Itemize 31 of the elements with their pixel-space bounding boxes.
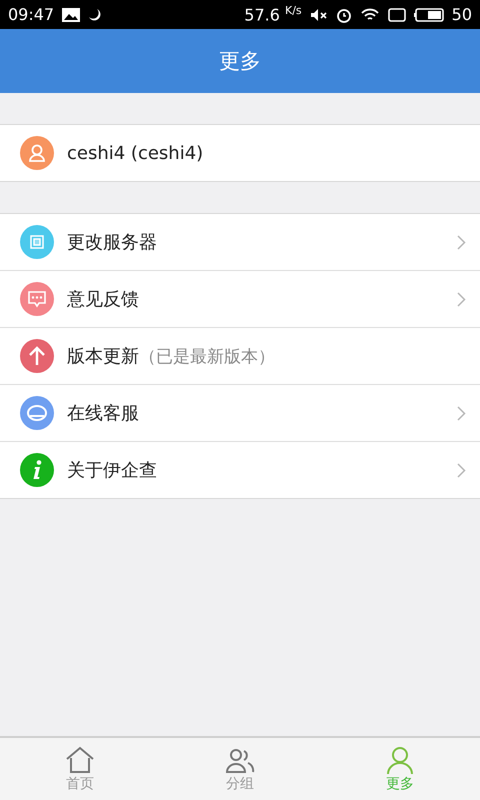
network-speed: 57.6 $^{K/s}$: [244, 4, 302, 25]
moon-icon: [88, 8, 102, 22]
menu-item[interactable]: 版本更新（已是最新版本）: [0, 328, 480, 385]
user-row[interactable]: ceshi4 (ceshi4): [0, 125, 480, 181]
menu-label: 更改服务器: [67, 231, 157, 254]
home-icon: [64, 745, 96, 775]
image-icon: [62, 8, 80, 22]
chevron-icon: [457, 234, 466, 250]
sim-icon: [388, 8, 406, 22]
menu-label: 意见反馈: [67, 288, 139, 311]
menu-item[interactable]: 更改服务器: [0, 214, 480, 271]
chevron-icon: [457, 462, 466, 478]
mute-icon: [310, 8, 328, 22]
menu-item[interactable]: 关于伊企查: [0, 442, 480, 498]
menu-item[interactable]: 意见反馈: [0, 271, 480, 328]
alarm-icon: [336, 6, 352, 22]
person-icon: [384, 745, 416, 775]
person-icon: [20, 136, 54, 170]
menu-item[interactable]: 在线客服: [0, 385, 480, 442]
chevron-icon: [457, 292, 466, 306]
chevron-icon: [457, 406, 466, 420]
version-status: （已是最新版本）: [139, 346, 275, 368]
menu-label: 版本更新: [67, 345, 139, 368]
user-name: ceshi4 (ceshi4): [67, 142, 204, 164]
menu-label: 在线客服: [67, 402, 139, 425]
battery-icon: [414, 8, 444, 22]
wifi-icon: [360, 6, 380, 22]
menu-label: 关于伊企查: [67, 459, 157, 482]
header-title: 更多: [219, 48, 261, 75]
status-time: 09:47: [8, 5, 54, 24]
battery-level: 50: [452, 5, 472, 24]
